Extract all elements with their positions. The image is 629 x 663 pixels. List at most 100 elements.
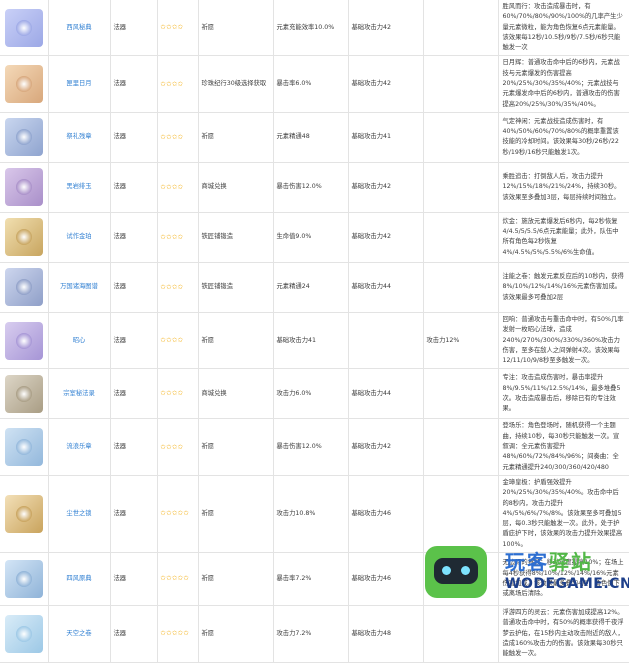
weapon-icon <box>0 162 49 213</box>
weapon-source: 祈愿 <box>198 0 274 57</box>
weapon-rarity-stars: ✩✩✩✩ <box>157 418 199 476</box>
weapon-row: 万国诸海图谱 法器 ✩✩✩✩ 铁匠铺锻造 元素精通24 基础攻击力44 注能之卷：触发元素反… <box>0 262 629 313</box>
weapon-source: 铁匠铺锻造 <box>198 212 274 263</box>
weapon-rarity-stars: ✩✩✩✩ <box>157 212 199 263</box>
weapon-source: 商城兑换 <box>198 162 274 213</box>
weapon-base-attack: 基础攻击力42 <box>348 418 424 476</box>
star-icons: ✩✩✩✩✩ <box>160 509 190 518</box>
weapon-effect: 气定神闲：元素战技造成伤害时，有40%/50%/60%/70%/80%的概率重置… <box>498 112 629 163</box>
weapon-type: 法器 <box>110 0 158 57</box>
weapon-row: 流浪乐章 法器 ✩✩✩✩ 祈愿 暴击伤害12.0% 基础攻击力42 登场乐：角色登场时，随机… <box>0 418 629 476</box>
weapon-icon <box>0 262 49 313</box>
weapon-base-attack: 基础攻击力44 <box>348 262 424 313</box>
weapon-source: 祈愿 <box>198 475 274 554</box>
star-icons: ✩✩✩✩ <box>160 23 184 32</box>
weapon-rarity-stars: ✩✩✩✩✩ <box>157 552 199 607</box>
watermark-en: WODEGAME.CN <box>505 576 629 592</box>
weapon-base-attack: 基础攻击力42 <box>348 55 424 113</box>
weapon-base-attack: 基础攻击力46 <box>348 475 424 554</box>
weapon-base-attack: 基础攻击力42 <box>348 162 424 213</box>
weapon-icon <box>0 552 49 607</box>
weapon-extra-stat <box>423 605 499 663</box>
weapon-rarity-stars: ✩✩✩✩ <box>157 0 199 57</box>
weapon-extra-stat <box>423 112 499 163</box>
weapon-type: 法器 <box>110 605 158 663</box>
star-icons: ✩✩✩✩✩ <box>160 629 190 638</box>
catalyst-icon <box>4 428 43 467</box>
weapon-name-link[interactable]: 祭礼残章 <box>48 112 111 163</box>
weapon-name-link[interactable]: 万国诸海图谱 <box>48 262 111 313</box>
weapon-source: 铁匠铺锻造 <box>198 262 274 313</box>
weapon-type: 法器 <box>110 112 158 163</box>
star-icons: ✩✩✩✩ <box>160 442 184 451</box>
weapon-icon <box>0 368 49 420</box>
weapon-name-link[interactable]: 昭心 <box>48 312 111 370</box>
weapon-secondary-stat: 基础攻击力41 <box>273 312 349 370</box>
weapon-name-link[interactable]: 黑岩绯玉 <box>48 162 111 213</box>
weapon-effect: 登场乐：角色登场时，随机获得一个主题曲，持续10秒，每30秒只能触发一次。宣叙调… <box>498 418 629 476</box>
weapon-extra-stat <box>423 0 499 57</box>
weapon-secondary-stat: 攻击力7.2% <box>273 605 349 663</box>
weapon-row: 试作金珀 法器 ✩✩✩✩ 铁匠铺锻造 生命值9.0% 基础攻击力42 炊金：施放元素爆发后6… <box>0 212 629 263</box>
catalyst-icon <box>4 168 43 207</box>
weapon-rarity-stars: ✩✩✩✩✩ <box>157 475 199 554</box>
weapon-effect: 金璋皇极：护盾强效提升20%/25%/30%/35%/40%。攻击命中后的8秒内… <box>498 475 629 554</box>
weapon-base-attack: 基础攻击力41 <box>348 112 424 163</box>
star-icons: ✩✩✩✩ <box>160 132 184 141</box>
weapon-secondary-stat: 暴击率6.0% <box>273 55 349 113</box>
weapon-name-link[interactable]: 宗室秘法录 <box>48 368 111 420</box>
weapon-extra-stat: 攻击力12% <box>423 312 499 370</box>
weapon-rarity-stars: ✩✩✩✩ <box>157 162 199 213</box>
star-icons: ✩✩✩✩✩ <box>160 574 190 583</box>
weapon-icon <box>0 0 49 57</box>
weapon-row: 昭心 法器 ✩✩✩✩ 祈愿 基础攻击力41 攻击力12% 回响：普通攻击与重击命中时，有50… <box>0 312 629 370</box>
weapon-icon <box>0 55 49 113</box>
weapon-icon <box>0 112 49 163</box>
watermark-logo: 玩客驿站 WODEGAME.CN <box>425 544 629 600</box>
weapon-base-attack: 基础攻击力48 <box>348 605 424 663</box>
weapon-extra-stat <box>423 212 499 263</box>
weapon-secondary-stat: 暴击伤害12.0% <box>273 162 349 213</box>
weapon-name-link[interactable]: 西风秘典 <box>48 0 111 57</box>
weapon-rarity-stars: ✩✩✩✩ <box>157 368 199 420</box>
weapon-name-link[interactable]: 尘世之锁 <box>48 475 111 554</box>
weapon-base-attack <box>348 312 424 370</box>
weapon-base-attack: 基础攻击力44 <box>348 368 424 420</box>
weapon-row: 西风秘典 法器 ✩✩✩✩ 祈愿 元素充能效率10.0% 基础攻击力42 胜风而行：攻击造成暴… <box>0 0 629 57</box>
weapon-effect: 日月辉：普通攻击命中后的6秒内，元素战技与元素爆发的伤害提高20%/25%/30… <box>498 55 629 113</box>
weapon-source: 祈愿 <box>198 112 274 163</box>
weapon-base-attack: 基础攻击力42 <box>348 212 424 263</box>
weapon-name-link[interactable]: 天空之卷 <box>48 605 111 663</box>
weapon-icon <box>0 475 49 554</box>
weapon-extra-stat <box>423 475 499 554</box>
weapon-source: 商城兑换 <box>198 368 274 420</box>
weapon-name-link[interactable]: 四风原典 <box>48 552 111 607</box>
weapon-name-link[interactable]: 匣里日月 <box>48 55 111 113</box>
weapon-secondary-stat: 元素充能效率10.0% <box>273 0 349 57</box>
weapon-extra-stat <box>423 368 499 420</box>
weapon-effect: 注能之卷：触发元素反应后的10秒内，获得8%/10%/12%/14%/16%元素… <box>498 262 629 313</box>
weapon-name-link[interactable]: 流浪乐章 <box>48 418 111 476</box>
catalyst-icon <box>4 614 43 653</box>
weapon-row: 匣里日月 法器 ✩✩✩✩ 珍珠纪行30级选择获取 暴击率6.0% 基础攻击力42 日月辉：普… <box>0 55 629 113</box>
weapon-source: 祈愿 <box>198 418 274 476</box>
weapon-icon <box>0 418 49 476</box>
weapon-row: 尘世之锁 法器 ✩✩✩✩✩ 祈愿 攻击力10.8% 基础攻击力46 金璋皇极：护盾强效提升2… <box>0 475 629 554</box>
catalyst-icon <box>4 560 43 599</box>
weapon-type: 法器 <box>110 312 158 370</box>
catalyst-icon <box>4 374 43 413</box>
weapon-source: 祈愿 <box>198 312 274 370</box>
catalyst-icon <box>4 494 43 533</box>
weapon-type: 法器 <box>110 212 158 263</box>
weapon-extra-stat <box>423 162 499 213</box>
weapon-name-link[interactable]: 试作金珀 <box>48 212 111 263</box>
star-icons: ✩✩✩✩ <box>160 79 184 88</box>
weapon-effect: 回响：普通攻击与重击命中时，有50%几率发射一枚昭心法球，造成240%/270%… <box>498 312 629 370</box>
weapon-row: 天空之卷 法器 ✩✩✩✩✩ 祈愿 攻击力7.2% 基础攻击力48 浮游四方的灵云：元素伤害加… <box>0 605 629 663</box>
weapon-secondary-stat: 暴击伤害12.0% <box>273 418 349 476</box>
weapon-rarity-stars: ✩✩✩✩ <box>157 55 199 113</box>
catalyst-icon <box>4 8 43 47</box>
weapon-rarity-stars: ✩✩✩✩✩ <box>157 605 199 663</box>
weapon-effect: 浮游四方的灵云：元素伤害加成提高12%。普通攻击命中时，有50%的概率获得千夜浮… <box>498 605 629 663</box>
weapon-effect: 炊金：施放元素爆发后6秒内，每2秒恢复4/4.5/5/5.5/6点元素能量；此外… <box>498 212 629 263</box>
